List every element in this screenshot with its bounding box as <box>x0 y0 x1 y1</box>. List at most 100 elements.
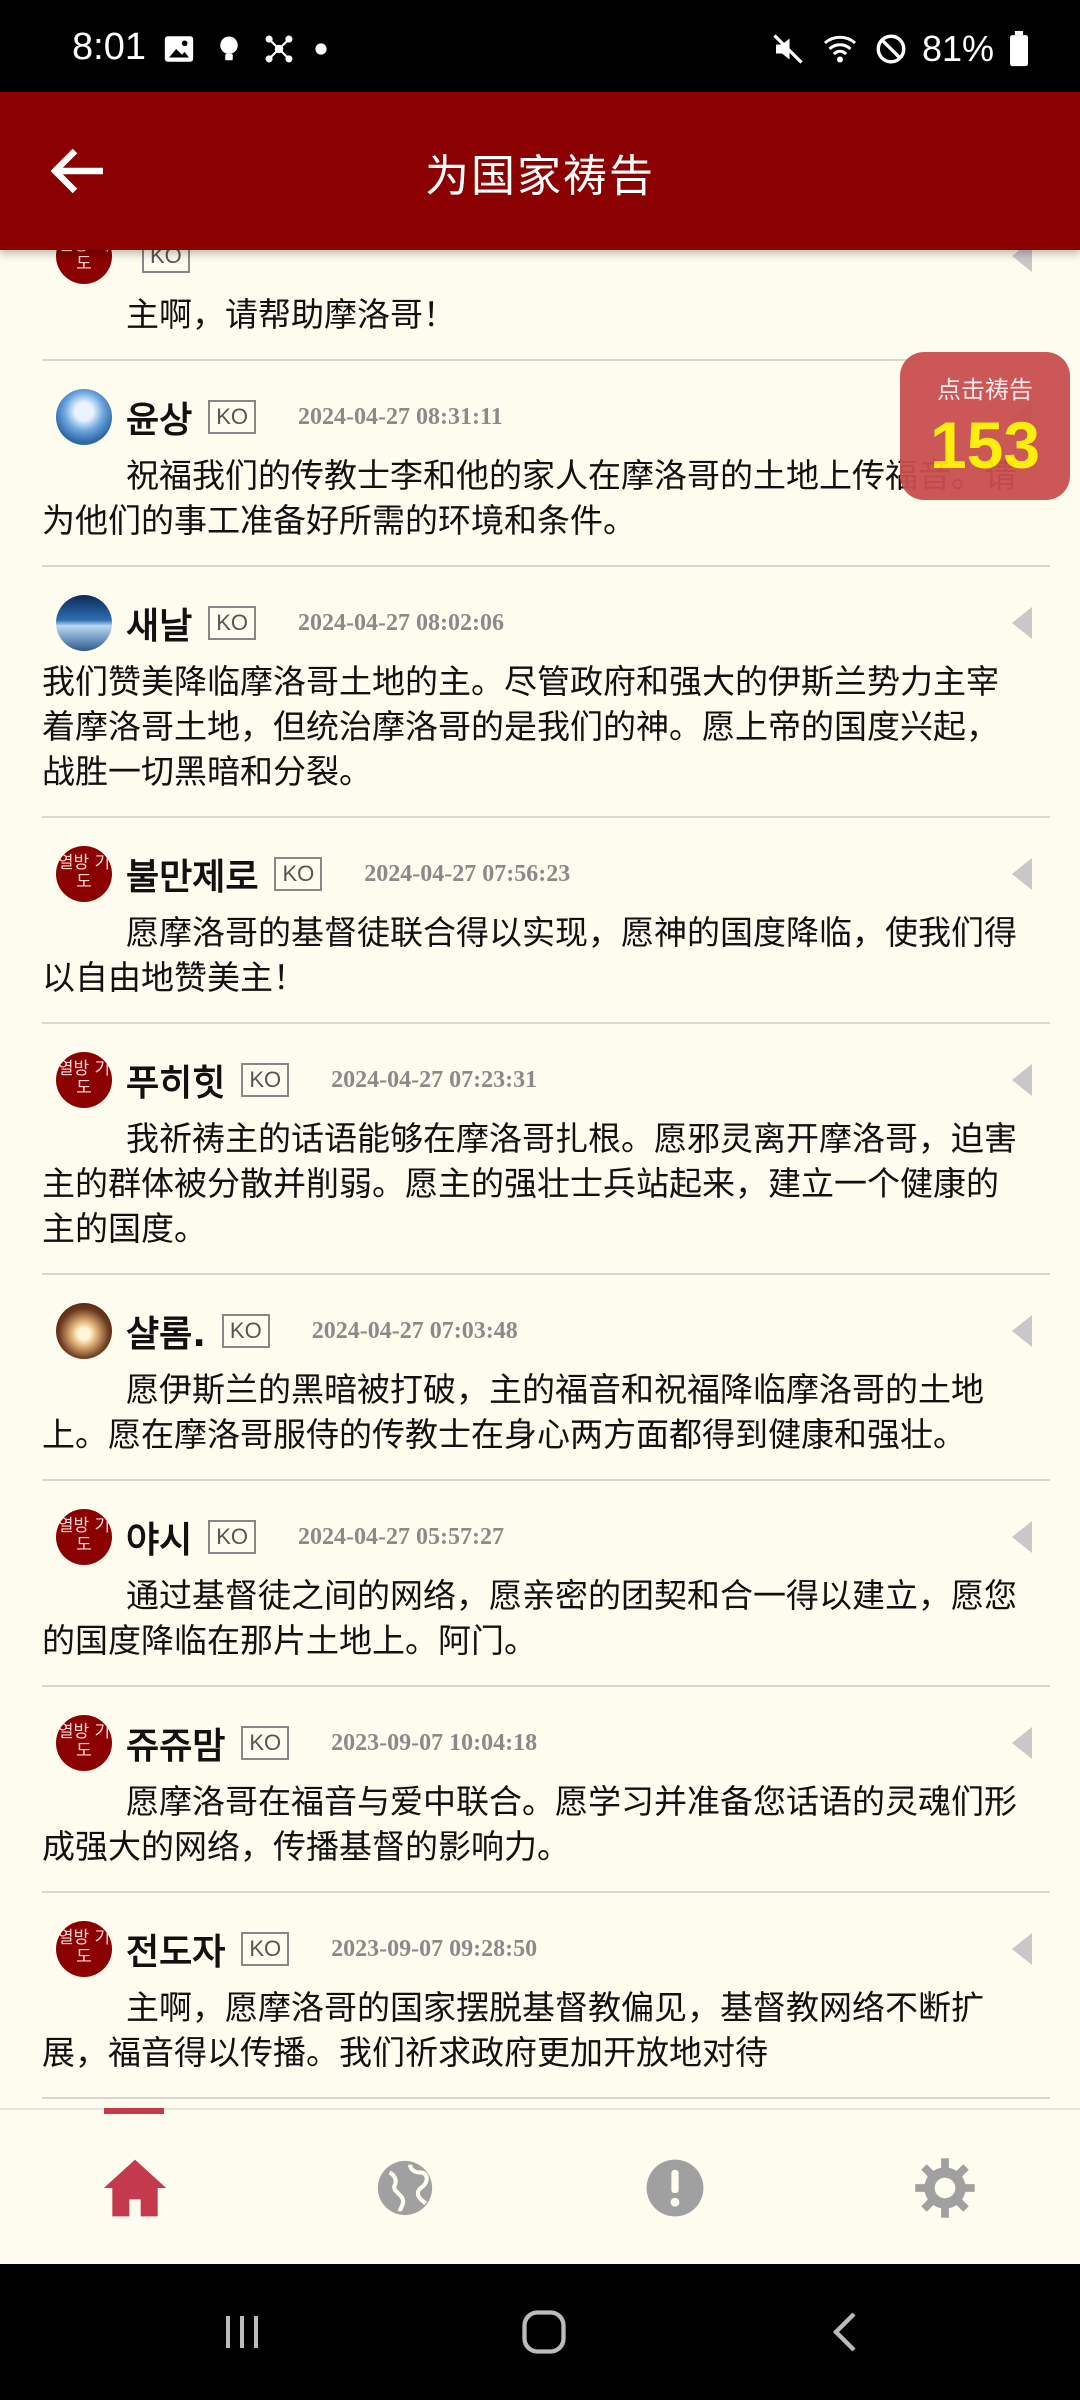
expand-arrow-icon[interactable] <box>1012 250 1032 272</box>
nav-home[interactable] <box>99 2152 171 2224</box>
prayer-item[interactable]: 열방 기도 야시 KO 2024-04-27 05:57:27 通过基督徒之间的网络，愿… <box>42 1481 1050 1687</box>
status-bar: 8:01 81% <box>0 0 1080 92</box>
language-badge: KO <box>274 857 323 891</box>
back-chevron-icon <box>832 2312 856 2352</box>
home-system-button[interactable] <box>514 2302 574 2362</box>
prayer-text: 我们赞美降临摩洛哥土地的主。尽管政府和强大的伊斯兰势力主宰着摩洛哥土地，但统治摩… <box>42 662 999 791</box>
prayer-item[interactable]: 열방 기도 전도자 KO 2023-09-07 09:28:50 主啊，愿摩洛哥的国家摆… <box>42 1893 1050 2099</box>
prayer-text: 主啊，请帮助摩洛哥！ <box>126 295 456 334</box>
post-date: 2024-04-27 07:03:48 <box>311 1317 518 1344</box>
recent-apps-button[interactable] <box>212 2302 272 2362</box>
language-badge: KO <box>241 1726 290 1760</box>
author-name: 샬롬. <box>126 1314 206 1355</box>
avatar[interactable] <box>56 389 112 445</box>
home-icon <box>103 2159 167 2217</box>
settings-icon <box>915 2158 975 2218</box>
avatar[interactable]: 열방 기도 <box>56 1921 112 1977</box>
active-tab-indicator <box>104 2108 164 2114</box>
prayer-text: 主啊，愿摩洛哥的国家摆脱基督教偏见，基督教网络不断扩展，福音得以传播。我们祈求政… <box>42 1988 984 2072</box>
avatar[interactable]: 열방 기도 <box>56 1715 112 1771</box>
author-name: 불만제로 <box>126 857 259 898</box>
language-badge: KO <box>208 1520 257 1554</box>
page-title: 为国家祷告 <box>425 151 655 202</box>
app-bar: 为国家祷告 <box>0 92 1080 250</box>
prayer-header: 새날 KO 2024-04-27 08:02:06 <box>42 591 1050 655</box>
post-date: 2024-04-27 08:02:06 <box>298 609 505 636</box>
network-icon <box>262 32 296 66</box>
prayer-header: 열방 기도 전도자 KO 2023-09-07 09:28:50 <box>42 1917 1050 1981</box>
prayer-list-container[interactable]: 열방 기도 KO 主啊，请帮助摩洛哥！ 윤상 KO 2024-04-27 08:31:11… <box>0 250 1080 2108</box>
expand-arrow-icon[interactable] <box>1012 1933 1032 1965</box>
prayer-item[interactable]: 열방 기도 쥬쥬맘 KO 2023-09-07 10:04:18 愿摩洛哥在福音与爱中联… <box>42 1687 1050 1893</box>
language-badge: KO <box>208 606 257 640</box>
prayer-header: 샬롬. KO 2024-04-27 07:03:48 <box>42 1299 1050 1363</box>
recent-apps-icon <box>226 2316 258 2348</box>
language-badge: KO <box>142 250 190 273</box>
post-date: 2023-09-07 10:04:18 <box>331 1729 538 1756</box>
prayer-text: 我祈祷主的话语能够在摩洛哥扎根。愿邪灵离开摩洛哥，迫害主的群体被分散并削弱。愿主… <box>42 1119 1017 1248</box>
notification-icons <box>162 32 328 66</box>
language-badge: KO <box>221 1314 270 1348</box>
nav-alert[interactable] <box>639 2152 711 2224</box>
prayer-item[interactable]: 열방 기도 불만제로 KO 2024-04-27 07:56:23 愿摩洛哥的基督徒联合… <box>42 818 1050 1024</box>
avatar[interactable]: 열방 기도 <box>56 1052 112 1108</box>
post-date: 2024-04-27 07:56:23 <box>364 860 571 887</box>
prayer-text: 愿摩洛哥的基督徒联合得以实现，愿神的国度降临，使我们得以自由地赞美主！ <box>42 913 1017 997</box>
expand-arrow-icon[interactable] <box>1012 858 1032 890</box>
dot-icon <box>314 42 328 56</box>
prayer-header: 열방 기도 불만제로 KO 2024-04-27 07:56:23 <box>42 842 1050 906</box>
prayer-item[interactable]: 열방 기도 KO 主啊，请帮助摩洛哥！ <box>42 250 1050 361</box>
author-name: 쥬쥬맘 <box>126 1726 226 1767</box>
prayer-header: 열방 기도 푸히힛 KO 2024-04-27 07:23:31 <box>42 1048 1050 1112</box>
bulb-icon <box>214 32 244 66</box>
post-date: 2024-04-27 08:31:11 <box>298 403 503 430</box>
wifi-icon <box>820 31 860 67</box>
prayer-item[interactable]: 윤상 KO 2024-04-27 08:31:11 祝福我们的传教士李和他的家人在摩洛… <box>42 361 1050 567</box>
language-badge: KO <box>241 1932 290 1966</box>
avatar[interactable]: 열방 기도 <box>56 1509 112 1565</box>
language-badge: KO <box>208 400 257 434</box>
counter-value: 153 <box>929 408 1041 482</box>
avatar[interactable] <box>56 595 112 651</box>
prayer-item[interactable]: 열방 기도 푸히힛 KO 2024-04-27 07:23:31 我祈祷主的话语能够在摩… <box>42 1024 1050 1275</box>
globe-icon <box>377 2160 433 2216</box>
prayer-item[interactable]: 샬롬. KO 2024-04-27 07:03:48 愿伊斯兰的黑暗被打破，主的福音和… <box>42 1275 1050 1481</box>
home-square-icon <box>522 2310 566 2354</box>
expand-arrow-icon[interactable] <box>1012 607 1032 639</box>
author-name: 윤상 <box>126 400 193 441</box>
expand-arrow-icon[interactable] <box>1012 1315 1032 1347</box>
language-badge: KO <box>241 1063 290 1097</box>
author-name: 야시 <box>126 1520 193 1561</box>
post-date: 2024-04-27 05:57:27 <box>298 1523 505 1550</box>
counter-label: 点击祷告 <box>937 376 1033 404</box>
avatar[interactable]: 열방 기도 <box>56 250 112 284</box>
alert-icon <box>646 2159 704 2217</box>
avatar[interactable]: 열방 기도 <box>56 846 112 902</box>
status-time: 8:01 <box>72 26 146 68</box>
prayer-list: 열방 기도 KO 主啊，请帮助摩洛哥！ 윤상 KO 2024-04-27 08:31:11… <box>42 250 1050 2099</box>
prayer-header: 열방 기도 KO <box>42 250 1050 288</box>
nav-settings[interactable] <box>909 2152 981 2224</box>
prayer-header: 열방 기도 야시 KO 2024-04-27 05:57:27 <box>42 1505 1050 1569</box>
author-name: 전도자 <box>126 1932 226 1973</box>
post-date: 2023-09-07 09:28:50 <box>331 1935 538 1962</box>
pray-counter-button[interactable]: 点击祷告 153 <box>900 352 1070 500</box>
prayer-text: 通过基督徒之间的网络，愿亲密的团契和合一得以建立，愿您的国度降临在那片土地上。阿… <box>42 1576 1017 1660</box>
expand-arrow-icon[interactable] <box>1012 1064 1032 1096</box>
prayer-text: 祝福我们的传教士李和他的家人在摩洛哥的土地上传福音。请为他们的事工准备好所需的环… <box>42 456 1017 540</box>
prayer-item[interactable]: 새날 KO 2024-04-27 08:02:06 我们赞美降临摩洛哥土地的主。尽管政… <box>42 567 1050 818</box>
author-name: 푸히힛 <box>126 1063 226 1104</box>
avatar[interactable] <box>56 1303 112 1359</box>
back-system-button[interactable] <box>816 2302 876 2362</box>
expand-arrow-icon[interactable] <box>1012 1727 1032 1759</box>
author-name: 새날 <box>126 606 193 647</box>
expand-arrow-icon[interactable] <box>1012 1521 1032 1553</box>
no-data-icon <box>874 32 908 66</box>
mute-icon <box>770 31 806 67</box>
post-date: 2024-04-27 07:23:31 <box>331 1066 538 1093</box>
bottom-nav <box>0 2108 1080 2264</box>
nav-globe[interactable] <box>369 2152 441 2224</box>
battery-icon <box>1008 31 1030 67</box>
battery-percent: 81% <box>921 28 994 69</box>
system-nav-bar <box>0 2264 1080 2400</box>
